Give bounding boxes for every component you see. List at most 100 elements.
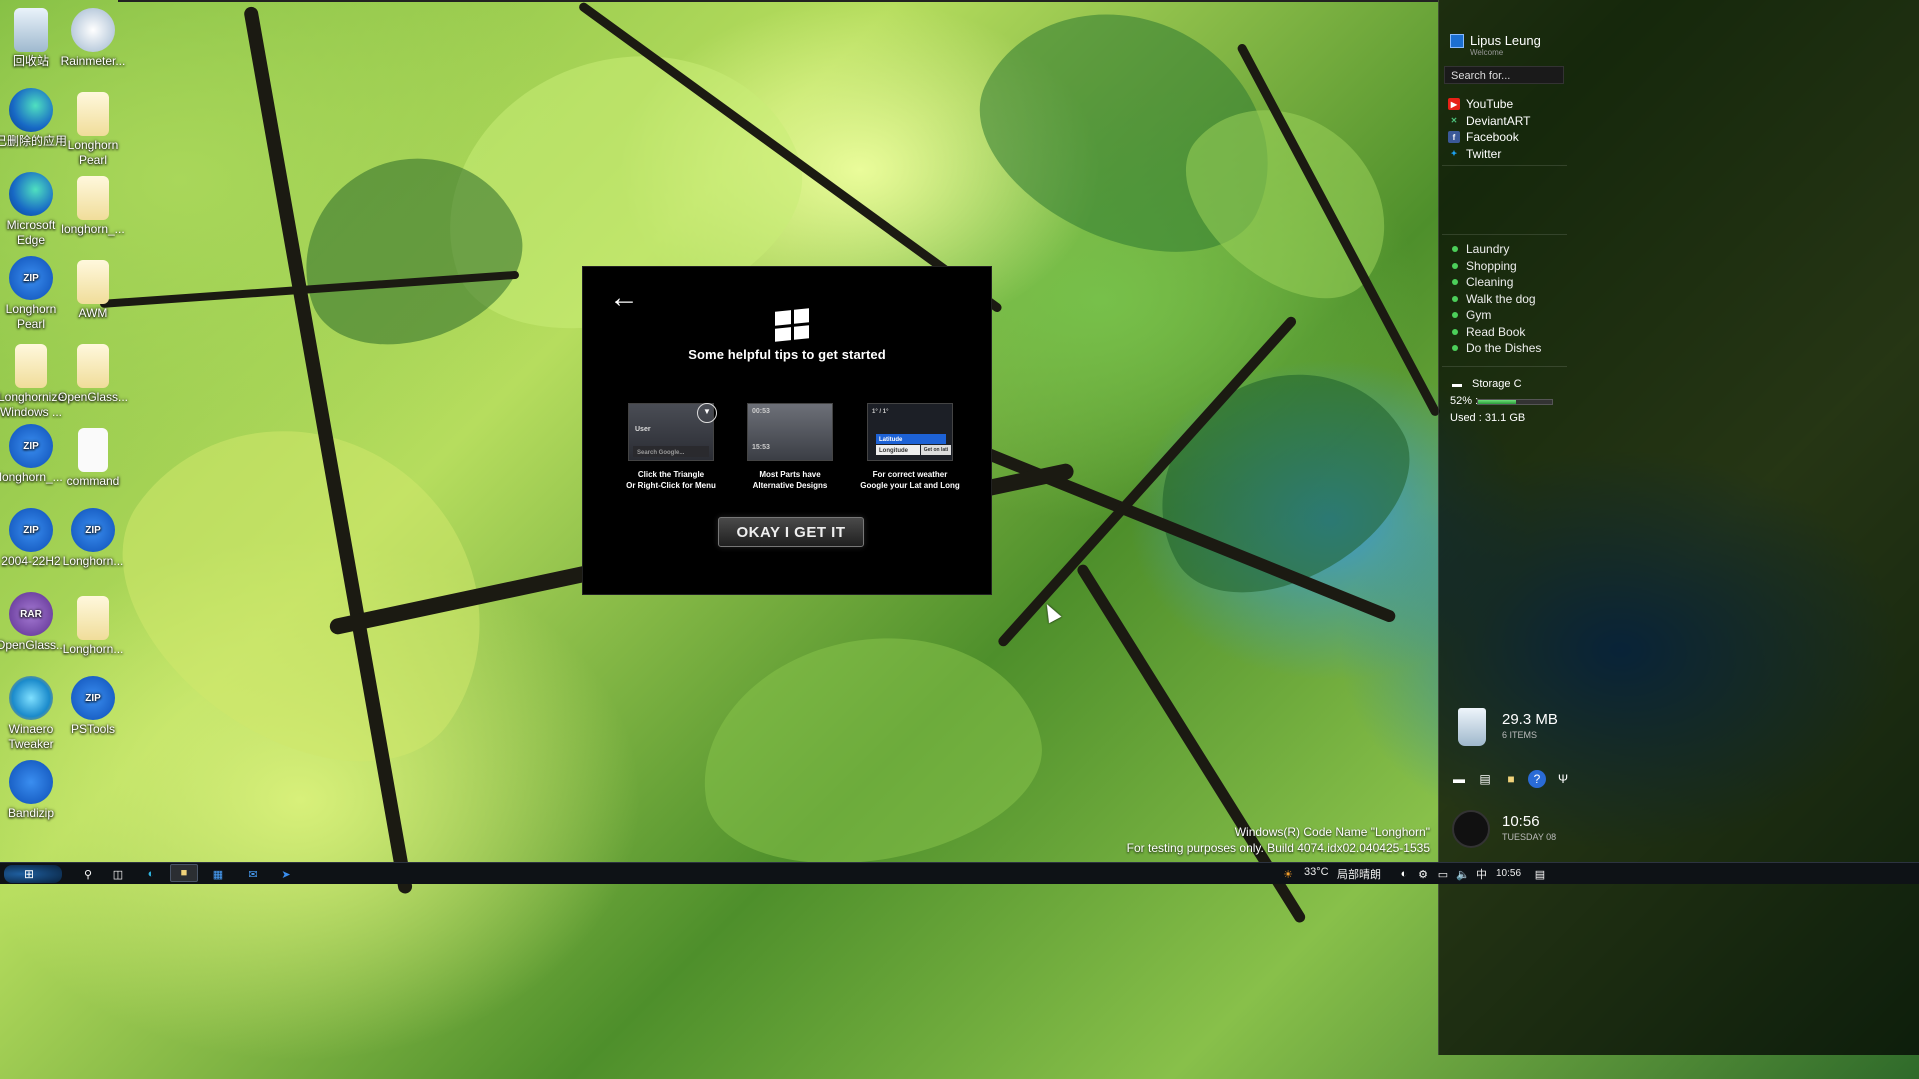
- storage-progress-fill: [1478, 400, 1517, 404]
- preview-user-label: User: [635, 426, 651, 433]
- desktop-icon-awm[interactable]: AWM: [55, 260, 131, 321]
- rar-archive-icon: RAR: [9, 592, 53, 636]
- folder-icon[interactable]: ■: [1502, 770, 1520, 788]
- todo-item[interactable]: Shopping: [1452, 258, 1572, 275]
- storage-progress-bar: [1477, 399, 1553, 405]
- desktop-icon-bandizip[interactable]: Bandizip: [0, 760, 69, 821]
- dialog-title: Some helpful tips to get started: [688, 347, 886, 362]
- edge-icon[interactable]: ◐: [143, 866, 159, 882]
- tip-text-line2: Or Right-Click for Menu: [626, 481, 716, 490]
- display-icon[interactable]: ▭: [1435, 866, 1451, 882]
- sidebar-search-input[interactable]: Search for...: [1444, 66, 1564, 84]
- build-watermark-line1: Windows(R) Code Name "Longhorn": [1234, 825, 1430, 839]
- recycle-size: 29.3 MB: [1502, 711, 1558, 728]
- desktop-icon-label: 2004-22H2: [1, 554, 61, 568]
- sidebar-link-twitter[interactable]: ✦ Twitter: [1448, 146, 1568, 163]
- zip-archive-icon: ZIP: [71, 676, 115, 720]
- volume-icon[interactable]: 🔈: [1455, 866, 1471, 882]
- okay-button[interactable]: OKAY I GET IT: [718, 517, 864, 547]
- bandizip-icon[interactable]: ➤: [278, 866, 294, 882]
- todo-item[interactable]: Walk the dog: [1452, 291, 1572, 308]
- preview-clock-bottom: 15:53: [752, 444, 770, 451]
- facebook-icon: f: [1448, 131, 1460, 144]
- weather-icon[interactable]: ☀: [1280, 866, 1296, 882]
- deviantart-icon: ✕: [1450, 116, 1458, 126]
- todo-item[interactable]: Laundry: [1452, 241, 1572, 258]
- recycle-bin-widget[interactable]: 29.3 MB 6 ITEMS: [1448, 702, 1568, 758]
- tip-weather: 1° / 1° Latitude Longitude Get on lati F…: [855, 403, 965, 491]
- tip-text-line1: Most Parts have: [759, 470, 821, 479]
- drive-icon: ▬: [1452, 379, 1462, 390]
- build-watermark-line2: For testing purposes only. Build 4074.id…: [1126, 841, 1430, 855]
- desktop-icon-command[interactable]: command: [55, 428, 131, 489]
- taskbar-clock[interactable]: 10:56: [1496, 868, 1521, 879]
- sidebar-link-deviantart[interactable]: ✕ DeviantART: [1448, 113, 1568, 130]
- store-icon[interactable]: ▦: [210, 866, 226, 882]
- twitter-icon: ✦: [1450, 149, 1458, 159]
- chevron-down-icon: ▼: [697, 403, 717, 423]
- start-button[interactable]: ⊞: [4, 865, 62, 883]
- desktop-icon-label: Longhorn...: [62, 554, 124, 568]
- desktop-icon-openglass-folder[interactable]: OpenGlass...: [55, 344, 131, 405]
- clock-day: TUESDAY 08: [1502, 832, 1557, 842]
- desktop-icon-rainmeter[interactable]: Rainmeter...: [55, 8, 131, 69]
- notification-icon[interactable]: ▤: [1532, 866, 1548, 882]
- zip-archive-icon: ZIP: [9, 424, 53, 468]
- taskbar: ⊞ ⚲ ◫ ◐ ■ ▦ ✉ ➤ ☀ 33°C 局部晴朗 ◐ ⚙ ▭ 🔈 中 10…: [0, 862, 1919, 884]
- preview-latitude: Latitude: [876, 434, 946, 444]
- storage-title: Storage C: [1472, 378, 1522, 390]
- desktop-icon-longhorn-folder[interactable]: Longhorn...: [55, 596, 131, 657]
- desktop-icon-label: Longhorn Pearl: [5, 302, 57, 331]
- file-icon: [77, 596, 109, 640]
- drive-icon[interactable]: ▬: [1450, 770, 1468, 788]
- search-icon[interactable]: ⚲: [80, 866, 96, 882]
- tip-designs: 00:53 15:53 Most Parts have Alternative …: [735, 403, 845, 491]
- windows-logo-icon: ⊞: [24, 867, 35, 881]
- documents-icon[interactable]: ▤: [1476, 770, 1494, 788]
- todo-item[interactable]: Cleaning: [1452, 274, 1572, 291]
- recycle-items: 6 ITEMS: [1502, 730, 1538, 740]
- todo-item[interactable]: Do the Dishes: [1452, 340, 1572, 357]
- task-view-icon[interactable]: ◫: [110, 866, 126, 882]
- bandizip-icon: [9, 760, 53, 804]
- desktop-icon-label: Microsoft Edge: [6, 218, 56, 247]
- desktop-icon-label: 回收站: [12, 54, 49, 68]
- user-name: Lipus Leung: [1470, 33, 1541, 48]
- desktop-icon-pstools[interactable]: ZIP PSTools: [55, 676, 131, 737]
- todo-list: Laundry Shopping Cleaning Walk the dog G…: [1452, 241, 1572, 357]
- bullet-icon: [1452, 279, 1458, 286]
- settings-icon[interactable]: ⚙: [1415, 866, 1431, 882]
- recycle-bin-icon: [1458, 708, 1486, 746]
- todo-item[interactable]: Gym: [1452, 307, 1572, 324]
- network-icon[interactable]: ◐: [1396, 866, 1412, 882]
- arrow-left-icon[interactable]: ←: [609, 283, 643, 313]
- tip-text-line1: Click the Triangle: [637, 470, 705, 479]
- sidebar-link-facebook[interactable]: f Facebook: [1448, 129, 1568, 146]
- bullet-icon: [1452, 246, 1458, 253]
- file-icon: [15, 344, 47, 388]
- bullet-icon: [1452, 262, 1458, 269]
- weather-desc[interactable]: 局部晴朗: [1337, 866, 1381, 882]
- file-explorer-icon[interactable]: ■: [170, 864, 198, 882]
- mail-icon[interactable]: ✉: [245, 866, 261, 882]
- todo-item[interactable]: Read Book: [1452, 324, 1572, 341]
- weather-temp[interactable]: 33°C: [1304, 866, 1329, 878]
- sidebar-link-youtube[interactable]: ▶ YouTube: [1448, 96, 1568, 113]
- desktop-icon-longhorn-pearl-folder[interactable]: Longhorn Pearl: [55, 92, 131, 168]
- clock-time: 10:56: [1502, 813, 1540, 830]
- desktop-icon-longhorn-zip-2[interactable]: ZIP Longhorn...: [55, 508, 131, 569]
- edge-icon: [9, 88, 53, 132]
- desktop-icon-longhorn-file[interactable]: longhorn_...: [55, 176, 131, 237]
- windows-logo-icon: [775, 308, 809, 342]
- ime-indicator[interactable]: 中: [1476, 866, 1487, 882]
- tools-icon[interactable]: Ψ: [1554, 770, 1572, 788]
- user-subtitle: Welcome: [1470, 48, 1504, 57]
- help-icon[interactable]: ?: [1528, 770, 1546, 788]
- bullet-icon: [1452, 295, 1458, 302]
- text-file-icon: [78, 428, 108, 472]
- file-icon: [77, 176, 109, 220]
- rainmeter-icon: [71, 8, 115, 52]
- preview-go-button: Get on lati: [921, 445, 951, 455]
- bullet-icon: [1452, 312, 1458, 319]
- tip-designs-preview: 00:53 15:53: [747, 403, 833, 461]
